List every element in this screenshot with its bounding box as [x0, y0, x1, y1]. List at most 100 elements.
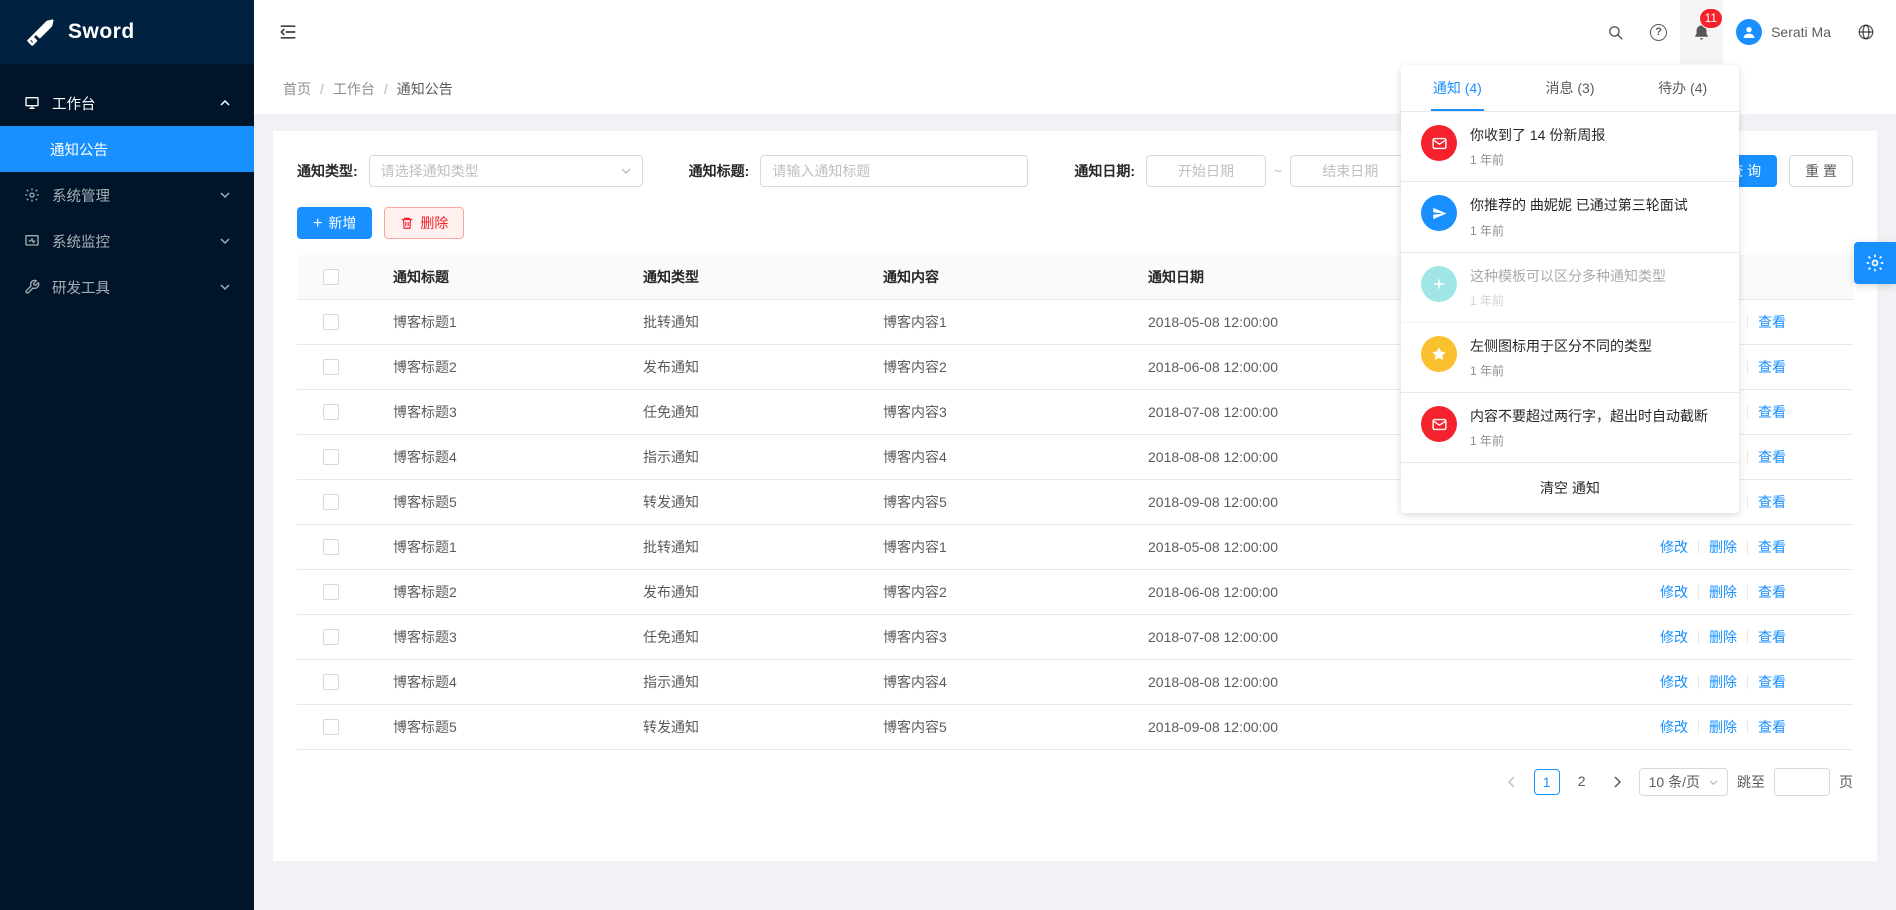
row-checkbox[interactable]: [323, 404, 339, 420]
notice-date-label: 通知日期:: [1074, 161, 1135, 181]
view-link[interactable]: 查看: [1758, 539, 1786, 555]
breadcrumb-home[interactable]: 首页: [283, 79, 311, 99]
breadcrumb-current: 通知公告: [397, 79, 453, 99]
edit-link[interactable]: 修改: [1660, 584, 1688, 600]
bell-icon[interactable]: 11: [1680, 0, 1723, 64]
chevron-down-icon: [220, 282, 230, 292]
view-link[interactable]: 查看: [1758, 449, 1786, 465]
row-checkbox[interactable]: [323, 539, 339, 555]
notification-badge: 11: [1700, 9, 1722, 28]
next-page-button[interactable]: [1604, 769, 1630, 795]
sidebar-item-dev-tools[interactable]: 研发工具: [0, 264, 254, 310]
settings-float-button[interactable]: [1854, 242, 1896, 284]
row-checkbox[interactable]: [323, 629, 339, 645]
row-checkbox[interactable]: [323, 674, 339, 690]
table-row: 博客标题5 转发通知 博客内容5 2018-09-08 12:00:00 修改删…: [297, 705, 1853, 750]
add-button[interactable]: 新增: [297, 207, 372, 239]
breadcrumb-separator: /: [384, 81, 388, 97]
end-date-input[interactable]: [1290, 155, 1410, 187]
table-row: 博客标题3 任免通知 博客内容3 2018-07-08 12:00:00 修改删…: [297, 615, 1853, 660]
app-root: Sword 工作台 通知公告 系统管理: [0, 0, 1896, 910]
tab-notices[interactable]: 通知 (4): [1401, 65, 1514, 111]
trash-icon: [400, 216, 414, 230]
notice-title-label: 通知标题:: [689, 161, 750, 181]
globe-icon[interactable]: [1844, 0, 1888, 64]
row-checkbox[interactable]: [323, 494, 339, 510]
notice-type-select[interactable]: 请选择通知类型: [369, 155, 643, 187]
jump-page-input[interactable]: [1774, 768, 1830, 796]
logo-title: Sword: [68, 20, 135, 44]
plus-icon: [313, 215, 322, 232]
start-date-input[interactable]: [1146, 155, 1266, 187]
notification-panel: 通知 (4) 消息 (3) 待办 (4) 你收到了 14 份新周报 1 年前 你…: [1401, 65, 1739, 513]
select-all-checkbox[interactable]: [323, 269, 339, 285]
notification-item[interactable]: 你推荐的 曲妮妮 已通过第三轮面试 1 年前: [1401, 182, 1739, 252]
page-number-1[interactable]: 1: [1534, 769, 1560, 795]
delete-link[interactable]: 删除: [1709, 539, 1737, 555]
view-link[interactable]: 查看: [1758, 359, 1786, 375]
row-checkbox[interactable]: [323, 449, 339, 465]
delete-link[interactable]: 删除: [1709, 719, 1737, 735]
send-icon: [1421, 195, 1457, 231]
sidebar-item-system-management[interactable]: 系统管理: [0, 172, 254, 218]
help-icon[interactable]: [1637, 0, 1680, 64]
user-name: Serati Ma: [1771, 24, 1831, 40]
row-checkbox[interactable]: [323, 719, 339, 735]
page-number-2[interactable]: 2: [1569, 769, 1595, 795]
logo[interactable]: Sword: [0, 0, 254, 64]
sidebar-item-notice[interactable]: 通知公告: [0, 126, 254, 172]
column-header-title: 通知标题: [377, 255, 627, 300]
avatar: [1736, 19, 1762, 45]
chevron-down-icon: [1709, 778, 1718, 787]
prev-page-button[interactable]: [1499, 769, 1525, 795]
edit-link[interactable]: 修改: [1660, 719, 1688, 735]
date-range-separator: ~: [1274, 163, 1282, 179]
pagination: 1 2 10 条/页 跳至 页: [297, 768, 1853, 796]
notice-title-input[interactable]: [760, 155, 1028, 187]
edit-link[interactable]: 修改: [1660, 539, 1688, 555]
delete-link[interactable]: 删除: [1709, 584, 1737, 600]
delete-button[interactable]: 删除: [384, 207, 464, 239]
desktop-icon: [24, 95, 40, 111]
notice-type-label: 通知类型:: [297, 161, 358, 181]
view-link[interactable]: 查看: [1758, 629, 1786, 645]
page-size-select[interactable]: 10 条/页: [1639, 768, 1728, 796]
view-link[interactable]: 查看: [1758, 314, 1786, 330]
sidebar-item-workbench[interactable]: 工作台: [0, 80, 254, 126]
user-menu[interactable]: Serati Ma: [1723, 0, 1844, 64]
sidebar-item-label: 工作台: [52, 93, 96, 114]
view-link[interactable]: 查看: [1758, 404, 1786, 420]
sidebar-menu: 工作台 通知公告 系统管理: [0, 64, 254, 310]
view-link[interactable]: 查看: [1758, 584, 1786, 600]
sword-logo-icon: [26, 17, 56, 47]
notification-item[interactable]: 内容不要超过两行字，超出时自动截断 1 年前: [1401, 393, 1739, 463]
view-link[interactable]: 查看: [1758, 719, 1786, 735]
view-link[interactable]: 查看: [1758, 494, 1786, 510]
notification-item[interactable]: 这种模板可以区分多种通知类型 1 年前: [1401, 253, 1739, 323]
search-icon[interactable]: [1594, 0, 1637, 64]
reset-button[interactable]: 重 置: [1789, 155, 1853, 187]
notification-item[interactable]: 你收到了 14 份新周报 1 年前: [1401, 112, 1739, 182]
menu-fold-icon[interactable]: [278, 22, 298, 42]
sidebar-item-label: 系统监控: [52, 231, 110, 252]
row-checkbox[interactable]: [323, 359, 339, 375]
edit-link[interactable]: 修改: [1660, 629, 1688, 645]
header: 11 Serati Ma: [254, 0, 1896, 64]
tab-todos[interactable]: 待办 (4): [1626, 65, 1739, 111]
mail-icon: [1421, 406, 1457, 442]
view-link[interactable]: 查看: [1758, 674, 1786, 690]
clear-notifications-button[interactable]: 清空 通知: [1401, 463, 1739, 513]
tab-messages[interactable]: 消息 (3): [1514, 65, 1627, 111]
delete-link[interactable]: 删除: [1709, 674, 1737, 690]
chevron-down-icon: [220, 236, 230, 246]
sidebar-item-system-monitor[interactable]: 系统监控: [0, 218, 254, 264]
row-checkbox[interactable]: [323, 584, 339, 600]
breadcrumb-workbench[interactable]: 工作台: [333, 79, 375, 99]
chevron-down-icon: [621, 166, 631, 176]
gear-icon: [1865, 253, 1885, 273]
delete-link[interactable]: 删除: [1709, 629, 1737, 645]
row-checkbox[interactable]: [323, 314, 339, 330]
notification-item[interactable]: 左侧图标用于区分不同的类型 1 年前: [1401, 323, 1739, 393]
edit-link[interactable]: 修改: [1660, 674, 1688, 690]
star-icon: [1421, 336, 1457, 372]
